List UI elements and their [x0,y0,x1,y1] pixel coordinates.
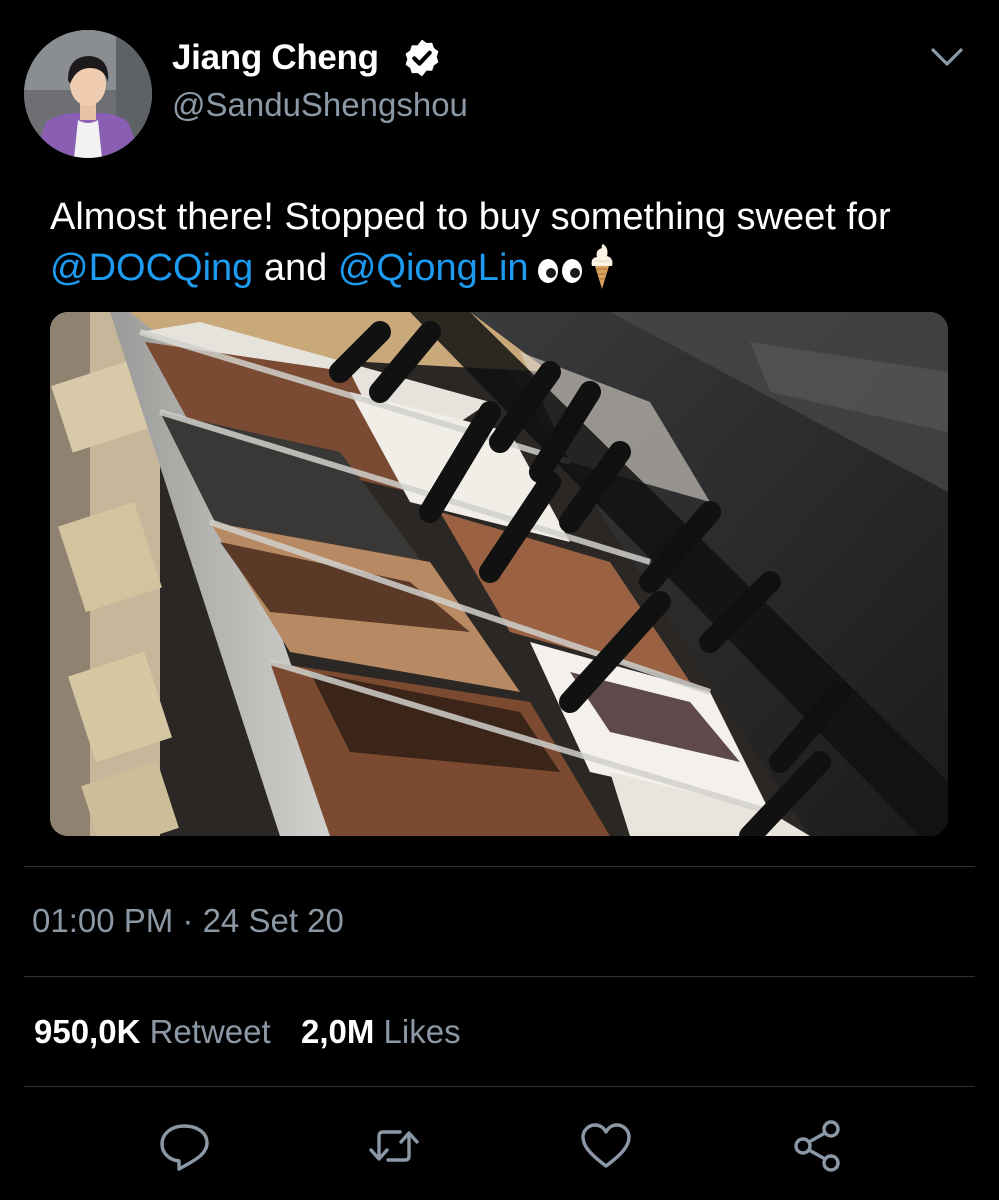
like-button[interactable] [578,1118,634,1174]
tweet-text-part1: Almost there! Stopped to buy something s… [50,196,891,238]
divider-top [24,866,975,867]
speech-bubble-icon [160,1124,209,1171]
author-name-row[interactable]: Jiang Cheng [172,36,443,80]
tweet-photo[interactable] [50,312,948,836]
soft-ice-cream-emoji-icon [587,244,617,290]
tweet-text: Almost there! Stopped to buy something s… [50,192,970,294]
retweets-stat[interactable]: 950,0K Retweet [34,1013,271,1050]
share-icon [794,1120,840,1172]
tweet-timestamp[interactable]: 01:00 PM · 24 Set 20 [32,902,344,940]
retweet-icon [369,1130,419,1162]
author-handle[interactable]: @SanduShengshou [172,86,468,124]
retweets-label: Retweet [149,1013,271,1050]
tweet-detail: Jiang Cheng @SanduShengshou Almost there… [0,0,999,1200]
divider-middle [24,976,975,977]
share-button[interactable] [789,1118,845,1174]
reply-button[interactable] [157,1118,213,1174]
verified-badge-icon [401,37,443,79]
chevron-down-icon[interactable] [927,42,967,72]
eyes-emoji-icon [537,247,583,283]
likes-label: Likes [383,1013,461,1050]
mention-qionglin[interactable]: @QiongLin [338,247,529,289]
tweet-text-part2: and [253,247,338,289]
retweets-count: 950,0K [34,1013,141,1050]
avatar[interactable] [24,30,152,158]
tweet-stats: 950,0K Retweet 2,0M Likes [34,1013,461,1051]
likes-stat[interactable]: 2,0M Likes [301,1013,461,1050]
mention-docqing[interactable]: @DOCQing [50,247,253,289]
retweet-button[interactable] [366,1118,422,1174]
author-display-name[interactable]: Jiang Cheng [172,38,379,78]
heart-icon [581,1123,631,1168]
divider-bottom [24,1086,975,1087]
likes-count: 2,0M [301,1013,375,1050]
